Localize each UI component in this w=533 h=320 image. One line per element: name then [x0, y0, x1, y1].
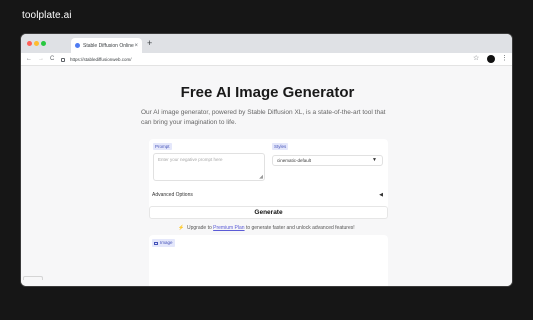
styles-select[interactable]: cinematic-default ▼: [272, 155, 383, 166]
tab-title: Stable Diffusion Online: [83, 42, 134, 49]
scroll-indicator[interactable]: [23, 276, 43, 280]
prompt-placeholder: Enter your negative prompt here: [158, 157, 223, 162]
brand-logo-text: toolplate.ai: [22, 10, 72, 21]
tab-bar: Stable Diffusion Online × +: [21, 34, 512, 53]
styles-selected-value: cinematic-default: [277, 158, 312, 163]
minimize-window-icon[interactable]: [34, 41, 39, 46]
profile-avatar[interactable]: [487, 55, 495, 63]
upgrade-notice: ⚡ Upgrade to Premium Plan to generate fa…: [20, 225, 513, 231]
address-bar[interactable]: https://stablediffusionweb.com/: [61, 55, 481, 64]
forward-arrow-icon[interactable]: →: [38, 55, 44, 63]
tab-stable-diffusion[interactable]: Stable Diffusion Online ×: [71, 38, 142, 53]
generate-button[interactable]: Generate: [149, 206, 388, 219]
browser-toolbar: ← → C https://stablediffusionweb.com/ ☆ …: [21, 53, 512, 66]
image-icon: [154, 241, 158, 245]
image-label: Image: [152, 239, 175, 247]
styles-label: Styles: [272, 143, 289, 150]
advanced-options-label: Advanced Options: [152, 192, 193, 198]
bookmark-star-icon[interactable]: ☆: [473, 54, 479, 62]
close-window-icon[interactable]: [27, 41, 32, 46]
url-text: https://stablediffusionweb.com/: [70, 57, 132, 62]
page-description: Our AI image generator, powered by Stabl…: [141, 109, 386, 126]
image-label-text: Image: [160, 240, 173, 245]
browser-menu-icon[interactable]: ⋮: [501, 54, 508, 62]
lightning-icon: ⚡: [178, 225, 185, 231]
advanced-options-toggle[interactable]: Advanced Options ◀: [149, 189, 388, 201]
lock-icon: [61, 57, 65, 62]
caret-left-icon: ◀: [379, 192, 383, 198]
image-output-card: [149, 235, 388, 286]
new-tab-button[interactable]: +: [147, 38, 152, 48]
upgrade-prefix: Upgrade to: [187, 225, 212, 231]
chevron-down-icon: ▼: [372, 157, 377, 163]
favicon-icon: [75, 43, 80, 48]
prompt-input[interactable]: Enter your negative prompt here ◢: [153, 153, 265, 181]
tab-close-icon[interactable]: ×: [134, 43, 138, 49]
upgrade-suffix: to generate faster and unlock advanced f…: [245, 225, 355, 231]
back-arrow-icon[interactable]: ←: [26, 55, 32, 63]
page-title: Free AI Image Generator: [180, 84, 355, 101]
prompt-label: Prompt: [153, 143, 172, 150]
maximize-window-icon[interactable]: [41, 41, 46, 46]
reload-icon[interactable]: C: [50, 55, 54, 63]
premium-plan-link[interactable]: Premium Plan: [213, 225, 244, 231]
resize-handle-icon[interactable]: ◢: [259, 175, 263, 180]
